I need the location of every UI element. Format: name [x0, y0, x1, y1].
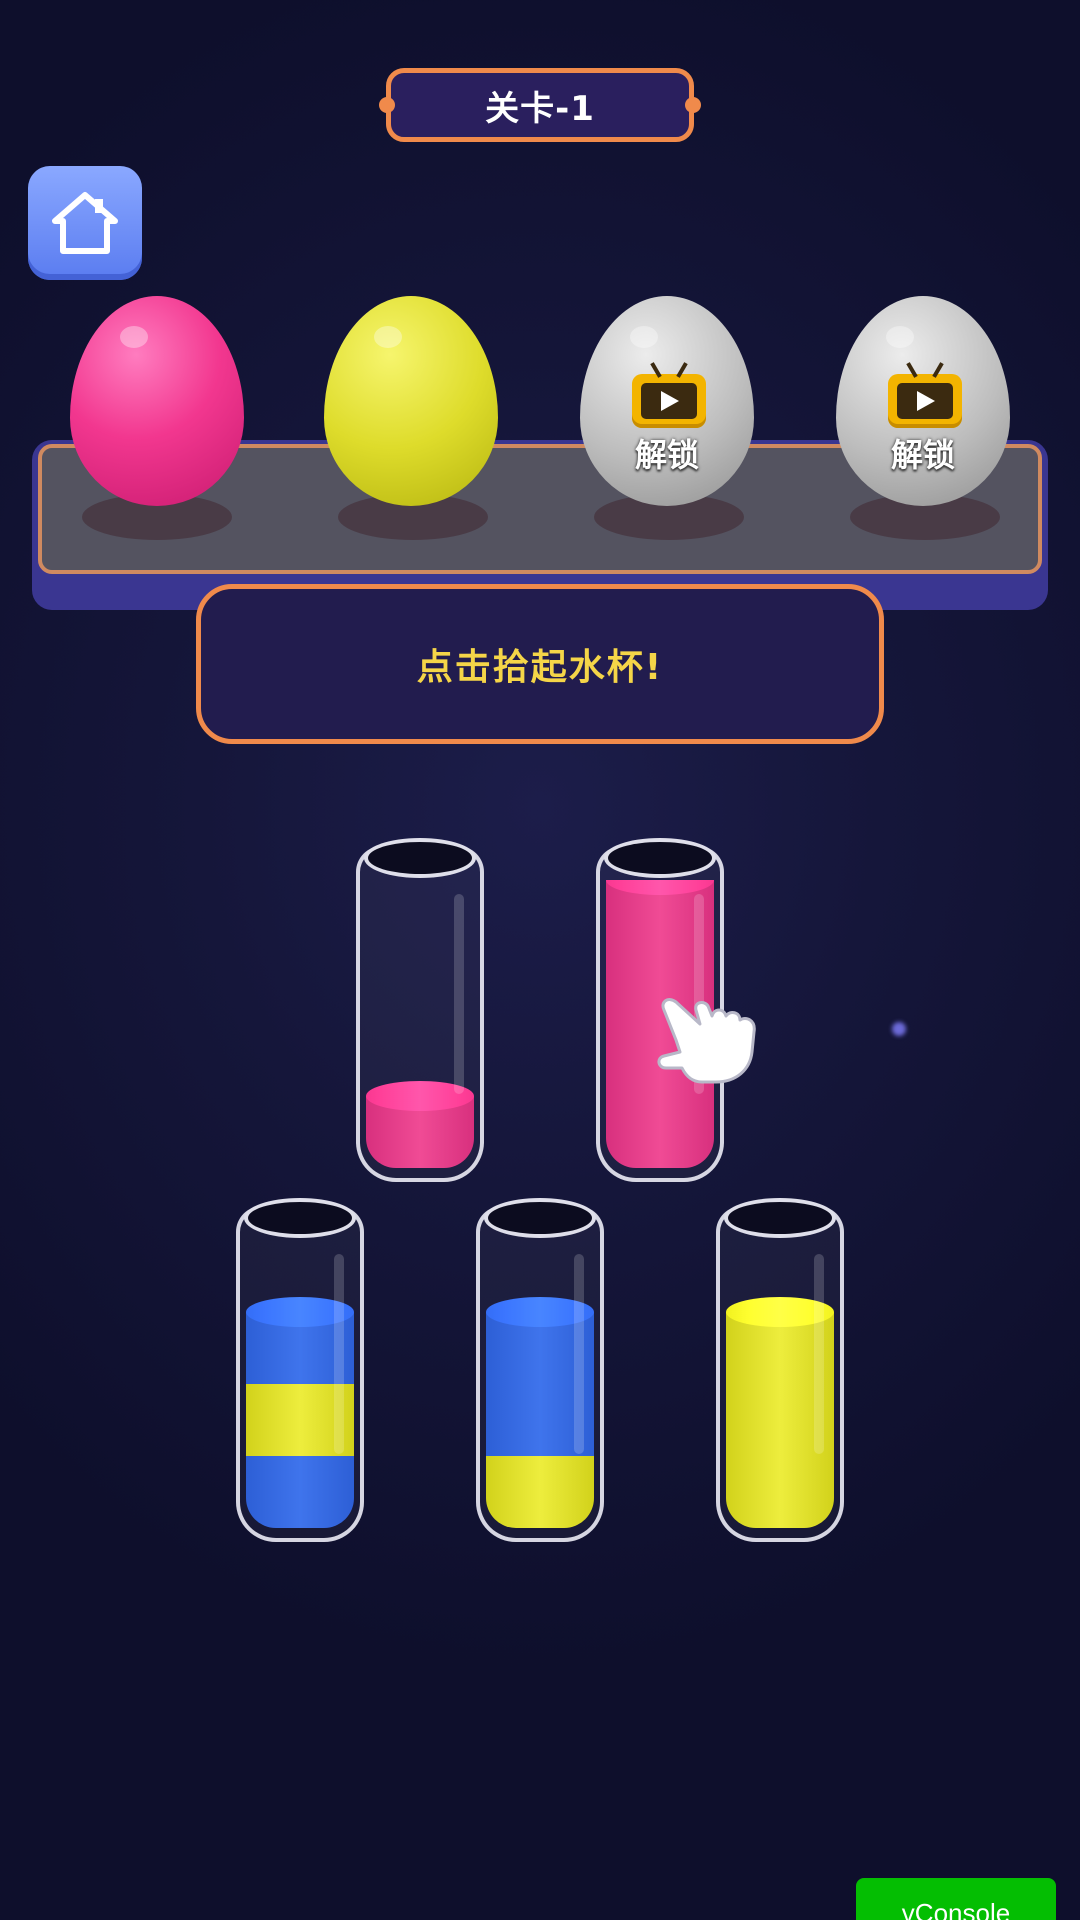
liquid-layer-blue	[246, 1456, 354, 1528]
egg-locked-2[interactable]: 解锁	[836, 296, 1010, 506]
hint-text: 点击拾起水杯!	[416, 647, 664, 688]
video-tv-icon	[888, 362, 962, 428]
tube-rim	[724, 1198, 836, 1238]
vconsole-label: vConsole	[901, 1898, 1011, 1920]
egg-pink	[70, 296, 244, 506]
tube-gloss	[454, 894, 464, 1094]
tube-3[interactable]	[236, 1206, 364, 1542]
tube-gloss	[574, 1254, 584, 1454]
home-icon	[52, 192, 118, 254]
title-knob-left	[379, 97, 395, 113]
egg-yellow	[324, 296, 498, 506]
liquid-layer-yellow	[486, 1456, 594, 1528]
tube-rim	[484, 1198, 596, 1238]
egg-locked-1[interactable]: 解锁	[580, 296, 754, 506]
tube-4[interactable]	[476, 1206, 604, 1542]
hint-panel: 点击拾起水杯!	[196, 584, 884, 744]
home-button[interactable]	[28, 166, 142, 280]
egg-shine	[374, 326, 402, 348]
tube-rim	[604, 838, 716, 878]
tube-rim	[364, 838, 476, 878]
vconsole-button[interactable]: vConsole	[856, 1878, 1056, 1920]
tube-rim	[244, 1198, 356, 1238]
tube-gloss	[814, 1254, 824, 1454]
liquid-layer-pink	[606, 1096, 714, 1168]
video-tv-icon	[632, 362, 706, 428]
liquid-layer-yellow	[726, 1456, 834, 1528]
unlock-label: 解锁	[890, 436, 955, 474]
egg-shine	[120, 326, 148, 348]
tube-gloss	[334, 1254, 344, 1454]
pointing-hand-icon	[657, 998, 756, 1084]
background-sparkle	[892, 1022, 906, 1036]
level-title-text: 关卡-1	[485, 88, 595, 129]
egg-shine	[886, 326, 914, 348]
egg-shine	[630, 326, 658, 348]
unlock-label: 解锁	[634, 436, 699, 474]
tube-1[interactable]	[356, 846, 484, 1182]
level-title: 关卡-1	[379, 68, 701, 142]
tube-5[interactable]	[716, 1206, 844, 1542]
title-knob-right	[685, 97, 701, 113]
